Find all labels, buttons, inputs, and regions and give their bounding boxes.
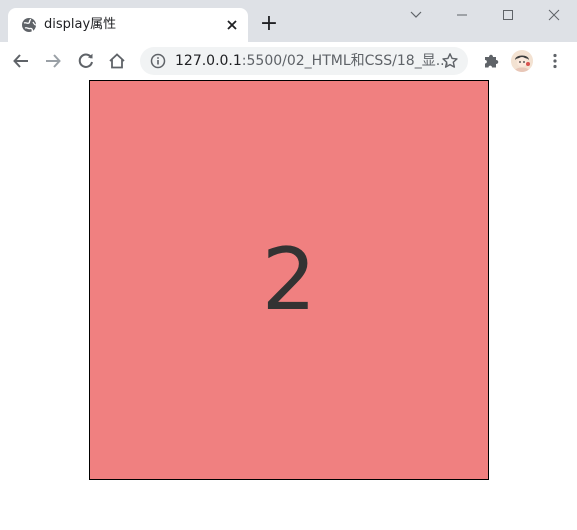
page-viewport: 2 [0, 80, 577, 530]
box-number: 2 [261, 230, 317, 330]
extensions-button[interactable] [479, 49, 503, 73]
new-tab-button[interactable]: + [258, 13, 280, 35]
puzzle-icon [485, 54, 499, 68]
close-window-button[interactable] [540, 4, 568, 26]
tab-search-button[interactable] [402, 4, 430, 26]
home-button[interactable] [105, 49, 129, 73]
avatar-icon [511, 50, 533, 72]
reload-button[interactable] [74, 49, 98, 73]
tab-strip: display属性 + [0, 0, 577, 42]
maximize-icon [503, 10, 513, 20]
tab-title: display属性 [44, 17, 117, 32]
star-icon[interactable] [441, 52, 459, 70]
reload-icon [78, 53, 93, 68]
globe-icon [21, 17, 37, 33]
browser-menu-button[interactable] [543, 49, 567, 73]
kebab-menu-icon [553, 53, 557, 69]
info-icon[interactable] [150, 53, 166, 69]
minimize-icon [457, 14, 467, 16]
arrow-left-icon [13, 54, 28, 68]
forward-button[interactable] [41, 49, 65, 73]
home-icon [109, 53, 125, 69]
toolbar: 127.0.0.1:5500/02_HTML和CSS/18_显... [0, 42, 577, 81]
maximize-button[interactable] [494, 4, 522, 26]
browser-window: display属性 + 127.0.0.1:5500/02_HTML和CSS/1… [0, 0, 577, 530]
url-path: :5500/02_HTML和CSS/18_显... [241, 53, 450, 69]
tab-active[interactable]: display属性 [8, 8, 248, 42]
display-box: 2 [89, 80, 489, 480]
tab-close-button[interactable] [223, 16, 241, 34]
chevron-down-icon [410, 11, 422, 18]
close-window-icon [548, 9, 560, 21]
address-bar[interactable]: 127.0.0.1:5500/02_HTML和CSS/18_显... [140, 47, 468, 75]
url-text: 127.0.0.1:5500/02_HTML和CSS/18_显... [175, 52, 449, 70]
close-icon [227, 20, 237, 30]
profile-avatar[interactable] [511, 50, 533, 72]
back-button[interactable] [9, 49, 33, 73]
minimize-button[interactable] [448, 4, 476, 26]
arrow-right-icon [46, 54, 61, 68]
url-host: 127.0.0.1 [175, 53, 242, 69]
